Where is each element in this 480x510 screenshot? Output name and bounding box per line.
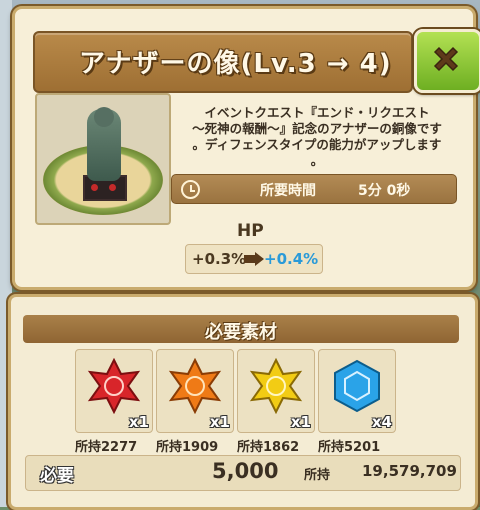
stat-change-box: +0.3% +0.4% xyxy=(185,244,323,274)
description-line: イベントクエスト『エンド・リクエスト xyxy=(204,105,430,120)
gold-cost-bar: 必要 5,000 所持 19,579,709 xyxy=(25,455,461,491)
close-x-icon xyxy=(433,46,459,72)
material-owned: 所持2277 xyxy=(75,440,138,455)
material-owned: 所持5201 xyxy=(318,440,381,455)
owned-gold: 19,579,709 xyxy=(362,462,457,480)
stat-current: +0.3% xyxy=(192,250,247,268)
material-slot[interactable]: x4 xyxy=(318,349,396,433)
close-button[interactable] xyxy=(414,29,480,93)
dialog-title-bar: アナザーの像(Lv.3 → 4) xyxy=(33,31,413,93)
material-quantity: x1 xyxy=(128,413,149,431)
time-value: 5分 0秒 xyxy=(358,183,411,199)
red-star-crystal-icon xyxy=(87,358,141,414)
description-line: 。 xyxy=(310,153,324,168)
materials-panel: 必要素材 x1 x1 x1 x4 所持2277 所持1909 所持1862 所持… xyxy=(8,294,478,510)
material-owned: 所持1909 xyxy=(156,440,219,455)
dialog-title: アナザーの像(Lv.3 → 4) xyxy=(79,49,392,79)
statue-image xyxy=(35,93,171,225)
required-label: 必要 xyxy=(40,466,74,486)
description-line: 。ディフェンスタイプの能力がアップします xyxy=(192,137,442,152)
material-slot[interactable]: x1 xyxy=(75,349,153,433)
time-label: 所要時間 xyxy=(260,183,316,199)
orange-star-crystal-icon xyxy=(168,358,222,414)
stat-name: HP xyxy=(237,221,264,241)
required-cost: 5,000 xyxy=(212,459,279,483)
materials-title-bar: 必要素材 xyxy=(23,315,459,343)
description-line: ～死神の報酬～』記念のアナザーの銅像です xyxy=(192,121,442,136)
material-quantity: x1 xyxy=(290,413,311,431)
upgrade-dialog: アナザーの像(Lv.3 → 4) イベントクエスト『エンド・リクエスト ～死神の… xyxy=(12,6,480,290)
description: イベントクエスト『エンド・リクエスト ～死神の報酬～』記念のアナザーの銅像です … xyxy=(167,105,467,169)
arrow-right-icon xyxy=(244,252,264,266)
material-quantity: x4 xyxy=(371,413,392,431)
materials-title: 必要素材 xyxy=(205,322,277,343)
material-slot[interactable]: x1 xyxy=(156,349,234,433)
material-slot[interactable]: x1 xyxy=(237,349,315,433)
required-time-bar: 所要時間 5分 0秒 xyxy=(171,174,457,204)
material-quantity: x1 xyxy=(209,413,230,431)
stat-next: +0.4% xyxy=(264,250,319,268)
owned-label: 所持 xyxy=(304,468,331,483)
blue-hexagon-crystal-icon xyxy=(334,359,380,413)
yellow-star-crystal-icon xyxy=(249,358,303,414)
material-owned: 所持1862 xyxy=(237,440,300,455)
clock-icon xyxy=(181,180,200,199)
